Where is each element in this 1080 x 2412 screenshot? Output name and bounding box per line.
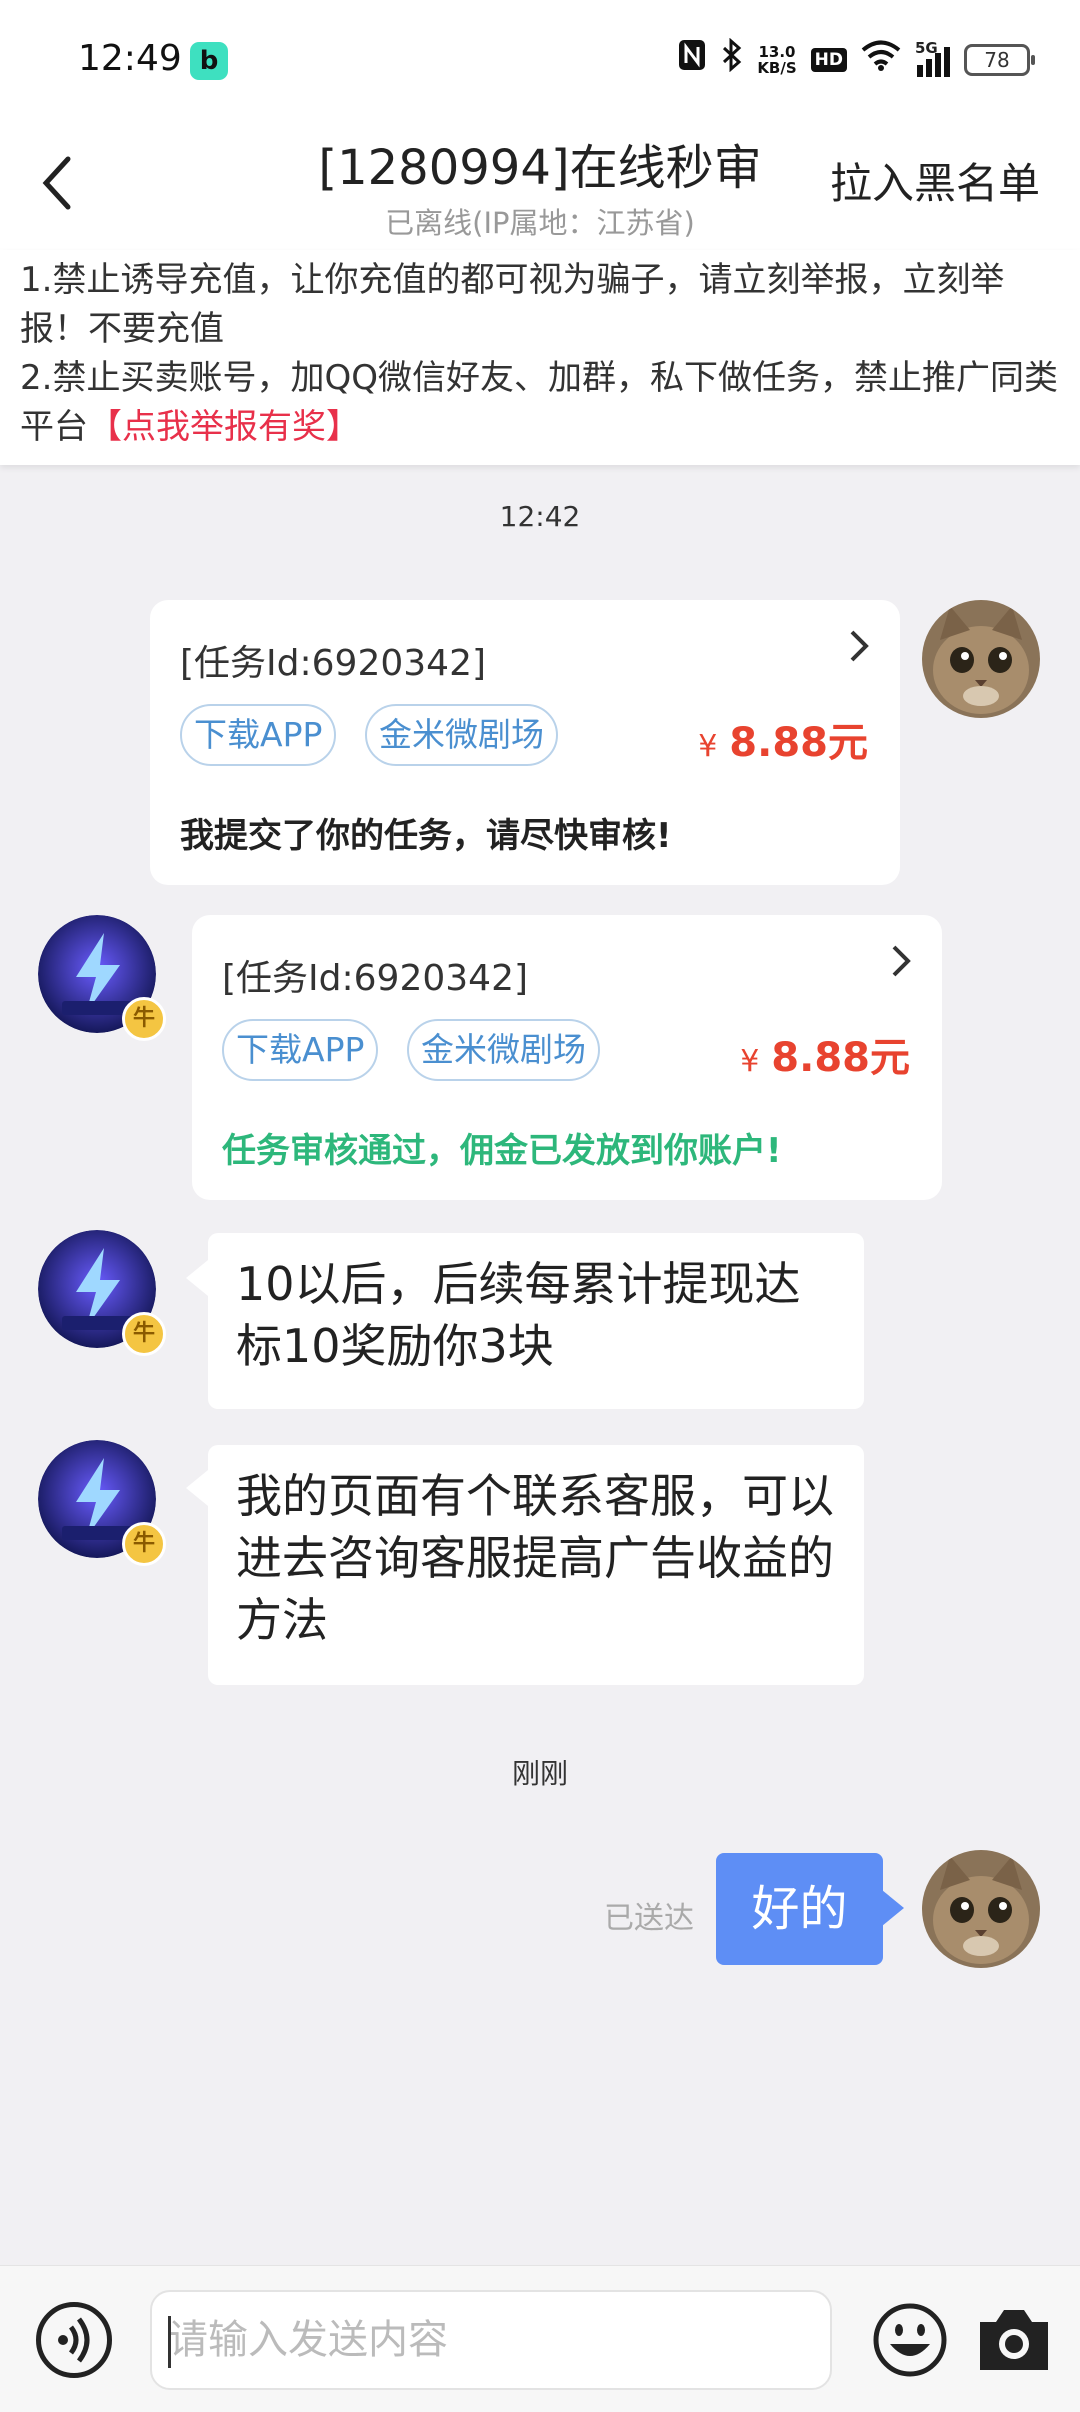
chat-header: [1280994]在线秒审 已离线(IP属地：江苏省) 拉入黑名单 <box>0 120 1080 250</box>
task-card-sent[interactable]: [任务Id:6920342] 下载APP 金米微剧场 ¥8.88元 我提交了你的… <box>150 600 900 885</box>
my-avatar[interactable] <box>922 1850 1040 1968</box>
message-input[interactable]: 请输入发送内容 <box>150 2290 832 2390</box>
camera-icon[interactable] <box>976 2306 1052 2374</box>
message-bubble[interactable]: 10以后，后续每累计提现达标10奖励你3块 <box>208 1233 864 1409</box>
delivered-status: 已送达 <box>604 1901 694 1936</box>
nfc-icon <box>677 38 707 83</box>
notice-line-2: 2.禁止买卖账号，加QQ微信好友、加群，私下做任务，禁止推广同类平台【点我举报有… <box>20 354 1060 452</box>
task-approved-message: 任务审核通过，佣金已发放到你账户! <box>222 1131 782 1171</box>
task-tag-type: 下载APP <box>180 704 337 766</box>
bubble-tail <box>186 1470 208 1506</box>
status-bar: 12:49 b 13.0 KB/S HD 5G 78 <box>0 0 1080 120</box>
sent-message-bubble[interactable]: 好的 <box>716 1853 883 1965</box>
net-speed: 13.0 KB/S <box>757 44 796 76</box>
vip-badge-icon: 牛 <box>122 1312 166 1356</box>
hd-icon: HD <box>810 48 847 72</box>
task-card-received[interactable]: [任务Id:6920342] 下载APP 金米微剧场 ¥8.88元 任务审核通过… <box>192 915 942 1200</box>
chevron-right-icon <box>850 630 869 662</box>
voice-icon <box>58 2317 90 2363</box>
bluetooth-icon <box>721 37 743 83</box>
status-icons: 13.0 KB/S HD 5G 78 <box>677 37 1035 83</box>
net-speed-value: 13.0 <box>758 43 796 61</box>
price-value: 8.88元 <box>729 720 868 766</box>
chat-area[interactable]: 12:42 [任务Id:6920342] 下载APP 金米微剧场 ¥8.88元 … <box>0 470 1080 2265</box>
network-type: 5G <box>915 39 938 57</box>
timestamp: 12:42 <box>499 500 581 533</box>
cat-avatar-icon <box>922 600 1040 718</box>
bubble-tail <box>882 1890 904 1926</box>
net-speed-unit: KB/S <box>757 59 797 77</box>
input-placeholder: 请输入发送内容 <box>168 2317 448 2363</box>
task-price: ¥8.88元 <box>740 1025 910 1083</box>
task-id: [任务Id:6920342] <box>180 643 487 684</box>
signal-icon: 5G <box>915 39 950 77</box>
task-tag-app: 金米微剧场 <box>407 1019 600 1081</box>
emoji-icon[interactable] <box>872 2302 948 2378</box>
task-message: 我提交了你的任务，请尽快审核! <box>180 816 672 856</box>
vip-badge-icon: 牛 <box>122 997 166 1041</box>
bubble-tail <box>186 1260 208 1296</box>
wifi-icon <box>861 39 901 82</box>
task-price: ¥8.88元 <box>698 710 868 768</box>
task-tag-app: 金米微剧场 <box>365 704 558 766</box>
chevron-right-icon <box>892 945 911 977</box>
input-bar: 请输入发送内容 <box>0 2265 1080 2412</box>
currency-symbol: ¥ <box>698 729 718 764</box>
voice-button[interactable] <box>36 2302 112 2378</box>
vip-badge-icon: 牛 <box>122 1522 166 1566</box>
battery-indicator: 78 <box>964 44 1035 76</box>
timestamp: 刚刚 <box>511 1757 568 1790</box>
report-link[interactable]: 【点我举报有奖】 <box>88 407 360 447</box>
price-value: 8.88元 <box>771 1035 910 1081</box>
cat-avatar-icon <box>922 1850 1040 1968</box>
task-tag-type: 下载APP <box>222 1019 379 1081</box>
notice-line-1: 1.禁止诱导充值，让你充值的都可视为骗子，请立刻举报，立刻举报！不要充值 <box>20 260 1005 349</box>
notification-app-icon: b <box>190 42 228 80</box>
message-bubble[interactable]: 我的页面有个联系客服，可以进去咨询客服提高广告收益的方法 <box>208 1445 864 1685</box>
status-time: 12:49 <box>78 38 182 79</box>
warning-notice: 1.禁止诱导充值，让你充值的都可视为骗子，请立刻举报，立刻举报！不要充值 2.禁… <box>0 250 1080 465</box>
currency-symbol: ¥ <box>740 1044 760 1079</box>
text-caret <box>168 2316 171 2368</box>
task-id: [任务Id:6920342] <box>222 958 529 999</box>
blacklist-button[interactable]: 拉入黑名单 <box>830 150 1040 211</box>
my-avatar[interactable] <box>922 600 1040 718</box>
